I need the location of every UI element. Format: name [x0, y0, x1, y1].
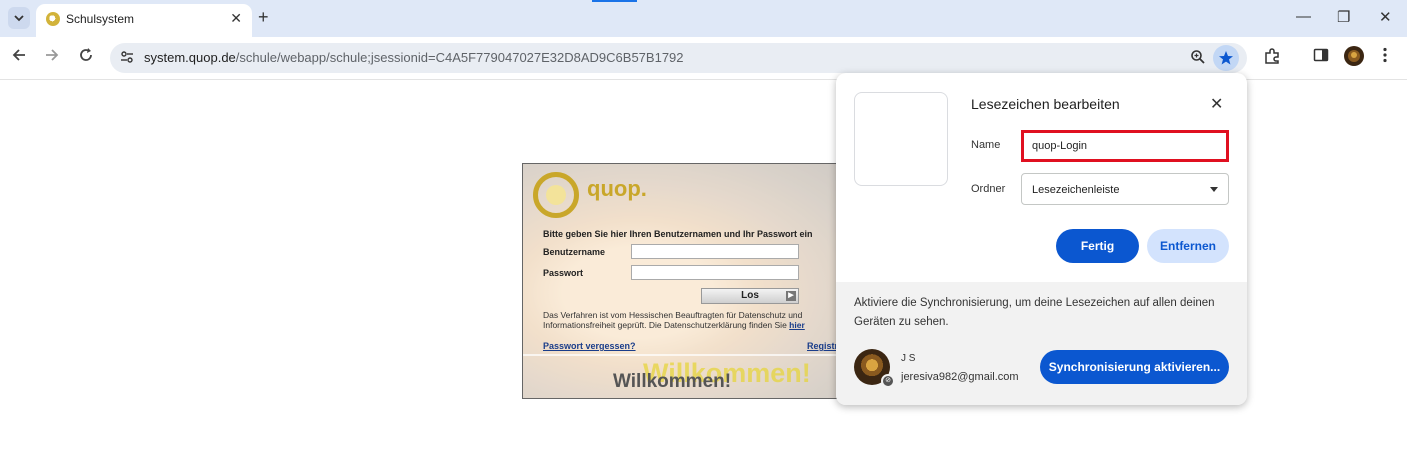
browser-chrome: Schulsystem ✕ + — ❐ ✕ system.quop.de/sch… — [0, 0, 1407, 80]
minimize-button[interactable]: — — [1296, 8, 1311, 25]
bookmark-thumbnail — [854, 92, 948, 186]
tab-close-icon[interactable]: ✕ — [230, 10, 242, 27]
name-label: Name — [971, 139, 1001, 151]
enable-sync-button[interactable]: Synchronisierung aktivieren... — [1040, 350, 1229, 384]
account-email: jeresiva982@gmail.com — [901, 371, 1019, 383]
password-label: Passwort — [543, 268, 584, 278]
window-close-button[interactable]: ✕ — [1379, 8, 1392, 26]
tab-strip: Schulsystem ✕ + — ❐ ✕ — [0, 0, 1407, 37]
privacy-link[interactable]: hier — [789, 320, 805, 330]
zoom-icon[interactable] — [1190, 49, 1206, 70]
folder-select-value: Lesezeichenleiste — [1032, 184, 1120, 196]
maximize-button[interactable]: ❐ — [1337, 8, 1350, 26]
privacy-notice: Das Verfahren ist vom Hessischen Beauftr… — [543, 310, 843, 330]
extensions-icon[interactable] — [1263, 47, 1281, 70]
profile-avatar-icon[interactable] — [1344, 46, 1364, 71]
menu-icon[interactable] — [1383, 47, 1387, 68]
tab-search-icon[interactable] — [8, 7, 30, 29]
tab-schulsystem[interactable]: Schulsystem ✕ — [36, 4, 252, 37]
sync-description: Aktiviere die Synchronisierung, um deine… — [854, 297, 1215, 328]
sync-paused-badge-icon: ⊘ — [881, 374, 895, 388]
welcome-text: Willkommen! — [613, 371, 732, 392]
login-button-label: Los — [741, 290, 759, 301]
address-bar[interactable]: system.quop.de/schule/webapp/schule;jses… — [110, 43, 1247, 73]
bookmark-dialog-title: Lesezeichen bearbeiten — [971, 96, 1120, 112]
login-panel: quop. Bitte geben Sie hier Ihren Benutze… — [522, 163, 852, 399]
chevron-down-icon — [1210, 187, 1218, 192]
done-button[interactable]: Fertig — [1056, 229, 1139, 263]
sync-section: Aktiviere die Synchronisierung, um deine… — [836, 282, 1247, 405]
favicon-icon — [46, 12, 60, 26]
login-intro: Bitte geben Sie hier Ihren Benutzernamen… — [543, 229, 813, 239]
close-icon[interactable]: ✕ — [1210, 94, 1223, 114]
bookmark-name-value: quop-Login — [1032, 140, 1088, 152]
reload-icon[interactable] — [79, 48, 93, 65]
back-icon[interactable] — [12, 48, 26, 65]
folder-label: Ordner — [971, 183, 1006, 195]
tab-indicator — [592, 0, 637, 2]
quop-logo — [533, 172, 579, 218]
username-input[interactable] — [631, 244, 799, 259]
new-tab-button[interactable]: + — [258, 8, 269, 26]
remove-button[interactable]: Entfernen — [1147, 229, 1229, 263]
divider — [523, 354, 851, 356]
tab-title: Schulsystem — [66, 12, 135, 26]
forgot-password-link[interactable]: Passwort vergessen? — [543, 341, 636, 351]
folder-select[interactable]: Lesezeichenleiste — [1021, 173, 1229, 205]
bookmark-dialog: Lesezeichen bearbeiten ✕ Name quop-Login… — [836, 73, 1247, 405]
star-icon[interactable] — [1213, 45, 1239, 71]
url-text[interactable]: system.quop.de/schule/webapp/schule;jses… — [144, 50, 684, 65]
bookmark-name-input[interactable]: quop-Login — [1021, 130, 1229, 162]
side-panel-icon[interactable] — [1313, 47, 1329, 68]
arrow-right-icon: ▶ — [786, 291, 796, 301]
account-name: J S — [901, 353, 916, 364]
forward-icon[interactable] — [45, 48, 59, 65]
site-info-icon[interactable] — [120, 50, 134, 64]
username-label: Benutzername — [543, 247, 606, 257]
password-input[interactable] — [631, 265, 799, 280]
login-button[interactable]: Los ▶ — [701, 288, 799, 304]
quop-logo-text: quop. — [587, 176, 647, 201]
url-host: system.quop.de — [144, 50, 236, 65]
url-path: /schule/webapp/schule;jsessionid=C4A5F77… — [235, 50, 684, 65]
privacy-notice-text: Das Verfahren ist vom Hessischen Beauftr… — [543, 310, 803, 330]
